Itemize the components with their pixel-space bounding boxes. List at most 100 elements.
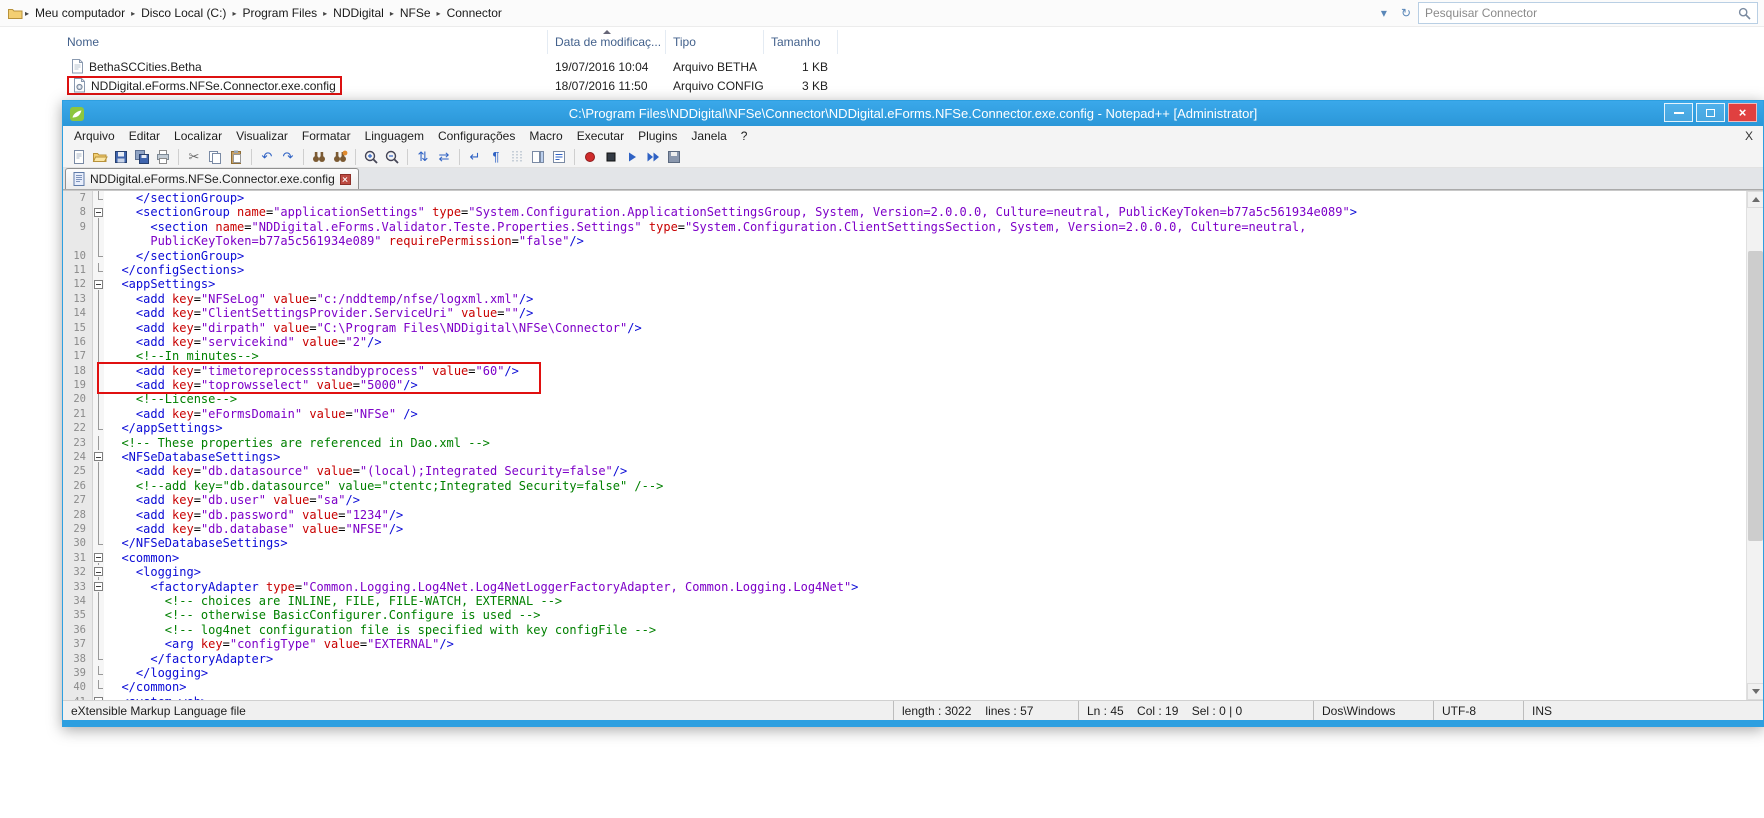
code-line[interactable]: 34 <!-- choices are INLINE, FILE, FILE-W…	[63, 594, 1746, 608]
breadcrumb-arrow-icon[interactable]: ▸	[388, 9, 396, 18]
column-header-tamanho[interactable]: Tamanho	[764, 30, 838, 54]
find-icon[interactable]	[309, 147, 329, 167]
tab-close-icon[interactable]	[340, 174, 351, 185]
editor[interactable]: 7 </sectionGroup>8 <sectionGroup name="a…	[63, 191, 1746, 700]
tab-config-file[interactable]: NDDigital.eForms.NFSe.Connector.exe.conf…	[65, 168, 359, 189]
status-insert-mode[interactable]: INS	[1523, 701, 1763, 720]
fold-collapse-icon[interactable]	[94, 553, 103, 562]
save-macro-icon[interactable]	[664, 147, 684, 167]
code-line[interactable]: 20 <!--License-->	[63, 392, 1746, 406]
status-eol-format[interactable]: Dos\Windows	[1313, 701, 1433, 720]
menu-linguagem[interactable]: Linguagem	[358, 127, 431, 145]
word-wrap-icon[interactable]: ↵	[465, 147, 485, 167]
undo-icon[interactable]: ↶	[257, 147, 277, 167]
stop-record-icon[interactable]	[601, 147, 621, 167]
code-line[interactable]: 21 <add key="eFormsDomain" value="NFSe" …	[63, 407, 1746, 421]
maximize-button[interactable]	[1696, 103, 1725, 122]
code-line[interactable]: 13 <add key="NFSeLog" value="c:/nddtemp/…	[63, 292, 1746, 306]
redo-icon[interactable]: ↷	[278, 147, 298, 167]
code-line[interactable]: 28 <add key="db.password" value="1234"/>	[63, 508, 1746, 522]
cut-icon[interactable]: ✂	[184, 147, 204, 167]
title-bar[interactable]: C:\Program Files\NDDigital\NFSe\Connecto…	[63, 101, 1763, 126]
menu-plugins[interactable]: Plugins	[631, 127, 684, 145]
code-line[interactable]: 35 <!-- otherwise BasicConfigurer.Config…	[63, 608, 1746, 622]
save-all-icon[interactable]	[132, 147, 152, 167]
breadcrumb-item[interactable]: NDDigital	[329, 3, 388, 23]
show-all-characters-icon[interactable]: ¶	[486, 147, 506, 167]
zoom-out-icon[interactable]	[382, 147, 402, 167]
fold-collapse-icon[interactable]	[94, 280, 103, 289]
fold-collapse-icon[interactable]	[94, 452, 103, 461]
fold-collapse-icon[interactable]	[94, 208, 103, 217]
code-line[interactable]: 27 <add key="db.user" value="sa"/>	[63, 493, 1746, 507]
breadcrumb-item[interactable]: Program Files	[238, 3, 321, 23]
file-row[interactable]: BethaSCCities.Betha19/07/2016 10:04Arqui…	[60, 57, 1764, 76]
code-line[interactable]: PublicKeyToken=b77a5c561934e089" require…	[63, 234, 1746, 248]
code-line[interactable]: 11 </configSections>	[63, 263, 1746, 277]
menu-visualizar[interactable]: Visualizar	[229, 127, 295, 145]
menu-macro[interactable]: Macro	[522, 127, 569, 145]
code-line[interactable]: 8 <sectionGroup name="applicationSetting…	[63, 205, 1746, 219]
code-line[interactable]: 40 </common>	[63, 680, 1746, 694]
file-row[interactable]: NDDigital.eForms.NFSe.Connector.exe.conf…	[60, 76, 1764, 95]
indent-guide-icon[interactable]	[507, 147, 527, 167]
breadcrumb-arrow-icon[interactable]: ▸	[435, 9, 443, 18]
paste-icon[interactable]	[226, 147, 246, 167]
code-line[interactable]: 10 </sectionGroup>	[63, 249, 1746, 263]
code-line[interactable]: 25 <add key="db.datasource" value="(loca…	[63, 464, 1746, 478]
code-line[interactable]: 15 <add key="dirpath" value="C:\Program …	[63, 321, 1746, 335]
code-line[interactable]: 33 <factoryAdapter type="Common.Logging.…	[63, 580, 1746, 594]
search-input[interactable]	[1419, 6, 1732, 20]
sync-vertical-icon[interactable]: ⇅	[413, 147, 433, 167]
code-line[interactable]: 41 <system.web>	[63, 695, 1746, 700]
print-icon[interactable]	[153, 147, 173, 167]
code-line[interactable]: 17 <!--In minutes-->	[63, 349, 1746, 363]
replace-icon[interactable]	[330, 147, 350, 167]
breadcrumb-arrow-icon[interactable]: ▸	[230, 9, 238, 18]
function-list-icon[interactable]	[549, 147, 569, 167]
column-header-data-de-modificacao[interactable]: Data de modificaç...	[548, 30, 666, 54]
breadcrumb-item[interactable]: Meu computador	[31, 3, 129, 23]
close-button[interactable]: ×	[1728, 103, 1757, 122]
breadcrumb-item[interactable]: NFSe	[396, 3, 435, 23]
menu-editar[interactable]: Editar	[122, 127, 167, 145]
column-header-tipo[interactable]: Tipo	[666, 30, 764, 54]
code-line[interactable]: 32 <logging>	[63, 565, 1746, 579]
menu-janela[interactable]: Janela	[684, 127, 733, 145]
code-line[interactable]: 39 </logging>	[63, 666, 1746, 680]
code-line[interactable]: 29 <add key="db.database" value="NFSE"/>	[63, 522, 1746, 536]
code-line[interactable]: 38 </factoryAdapter>	[63, 652, 1746, 666]
breadcrumb-arrow-icon[interactable]: ▸	[129, 9, 137, 18]
code-line[interactable]: 31 <common>	[63, 551, 1746, 565]
column-header-nome[interactable]: Nome	[60, 30, 548, 54]
code-line[interactable]: 22 </appSettings>	[63, 421, 1746, 435]
save-icon[interactable]	[111, 147, 131, 167]
minimize-button[interactable]	[1664, 103, 1693, 122]
code-line[interactable]: 14 <add key="ClientSettingsProvider.Serv…	[63, 306, 1746, 320]
refresh-icon[interactable]: ↻	[1394, 6, 1418, 20]
code-line[interactable]: 37 <arg key="configType" value="EXTERNAL…	[63, 637, 1746, 651]
copy-icon[interactable]	[205, 147, 225, 167]
fold-collapse-icon[interactable]	[94, 582, 103, 591]
playback-macro-icon[interactable]	[622, 147, 642, 167]
code-line[interactable]: 36 <!-- log4net configuration file is sp…	[63, 623, 1746, 637]
menu-executar[interactable]: Executar	[570, 127, 631, 145]
status-encoding[interactable]: UTF-8	[1433, 701, 1523, 720]
code-line[interactable]: 19 <add key="toprowsselect" value="5000"…	[63, 378, 1746, 392]
run-macro-multiple-icon[interactable]	[643, 147, 663, 167]
menu-formatar[interactable]: Formatar	[295, 127, 358, 145]
document-close-x-button[interactable]: X	[1745, 129, 1763, 143]
code-line[interactable]: 26 <!--add key="db.datasource" value="ct…	[63, 479, 1746, 493]
doc-map-icon[interactable]	[528, 147, 548, 167]
fold-collapse-icon[interactable]	[94, 697, 103, 700]
sync-horizontal-icon[interactable]: ⇄	[434, 147, 454, 167]
file-list[interactable]: BethaSCCities.Betha19/07/2016 10:04Arqui…	[60, 57, 1764, 95]
breadcrumb-item[interactable]: Connector	[443, 3, 506, 23]
zoom-in-icon[interactable]	[361, 147, 381, 167]
search-icon[interactable]	[1732, 7, 1757, 20]
code-line[interactable]: 9 <section name="NDDigital.eForms.Valida…	[63, 220, 1746, 234]
menu-?[interactable]: ?	[734, 127, 755, 145]
scrollbar-thumb[interactable]	[1748, 251, 1763, 541]
new-file-icon[interactable]	[69, 147, 89, 167]
fold-collapse-icon[interactable]	[94, 567, 103, 576]
